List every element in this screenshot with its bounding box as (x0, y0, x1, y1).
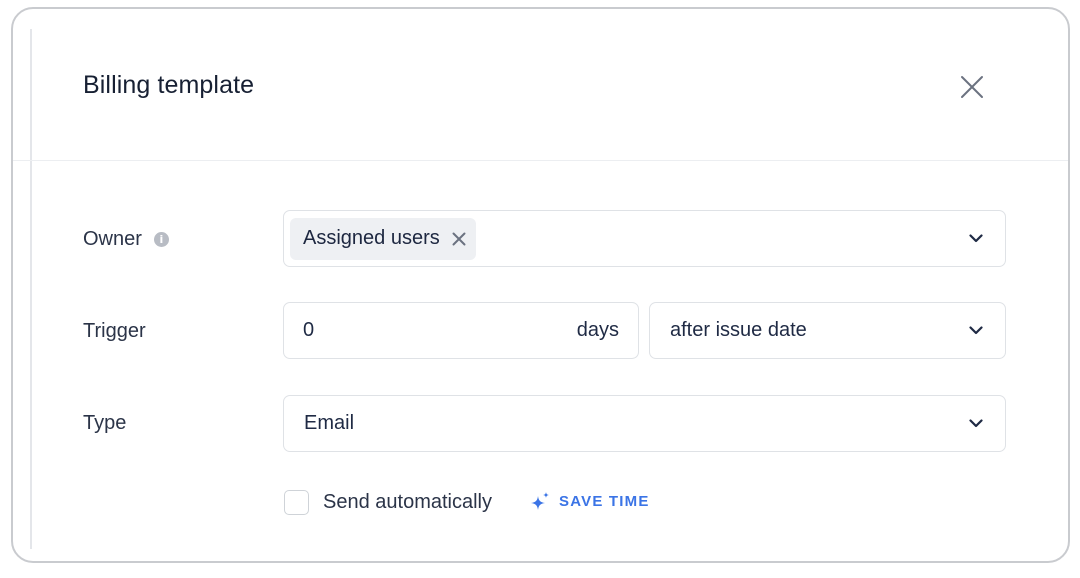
owner-chip-label: Assigned users (303, 227, 440, 249)
trigger-days-suffix: days (576, 319, 619, 341)
sparkle-icon (531, 492, 549, 510)
type-label: Type (83, 412, 127, 434)
dialog-title: Billing template (83, 71, 255, 99)
chip-remove-button[interactable] (452, 232, 466, 246)
close-icon (961, 76, 983, 98)
chevron-down-icon (969, 418, 983, 427)
trigger-days-input[interactable]: 0 days (283, 302, 639, 359)
owner-chip: Assigned users (290, 217, 476, 260)
trigger-label-group: Trigger (83, 320, 146, 343)
trigger-label: Trigger (83, 320, 146, 342)
owner-label: Owner (83, 228, 142, 250)
chevron-down-icon (969, 325, 983, 334)
trigger-days-value[interactable]: 0 (303, 319, 314, 342)
trigger-relation-value: after issue date (670, 319, 807, 341)
close-icon (452, 232, 466, 245)
billing-template-dialog: Billing template Owner i Assigned users … (11, 7, 1070, 563)
type-select[interactable]: Email (283, 395, 1006, 452)
info-icon[interactable]: i (153, 232, 169, 247)
close-button[interactable] (957, 72, 987, 102)
save-time-label: SAVE TIME (559, 493, 650, 510)
owner-select[interactable]: Assigned users (283, 210, 1006, 267)
type-label-group: Type (83, 412, 126, 435)
chevron-down-icon (969, 233, 983, 242)
send-automatically-checkbox[interactable] (284, 490, 309, 515)
owner-label-group: Owner i (83, 228, 169, 251)
type-value: Email (304, 412, 355, 434)
trigger-relation-select[interactable]: after issue date (649, 302, 1006, 359)
save-time-hint: SAVE TIME (530, 491, 650, 512)
send-automatically-label[interactable]: Send automatically (323, 491, 492, 514)
dialog-header: Billing template (13, 9, 1068, 161)
